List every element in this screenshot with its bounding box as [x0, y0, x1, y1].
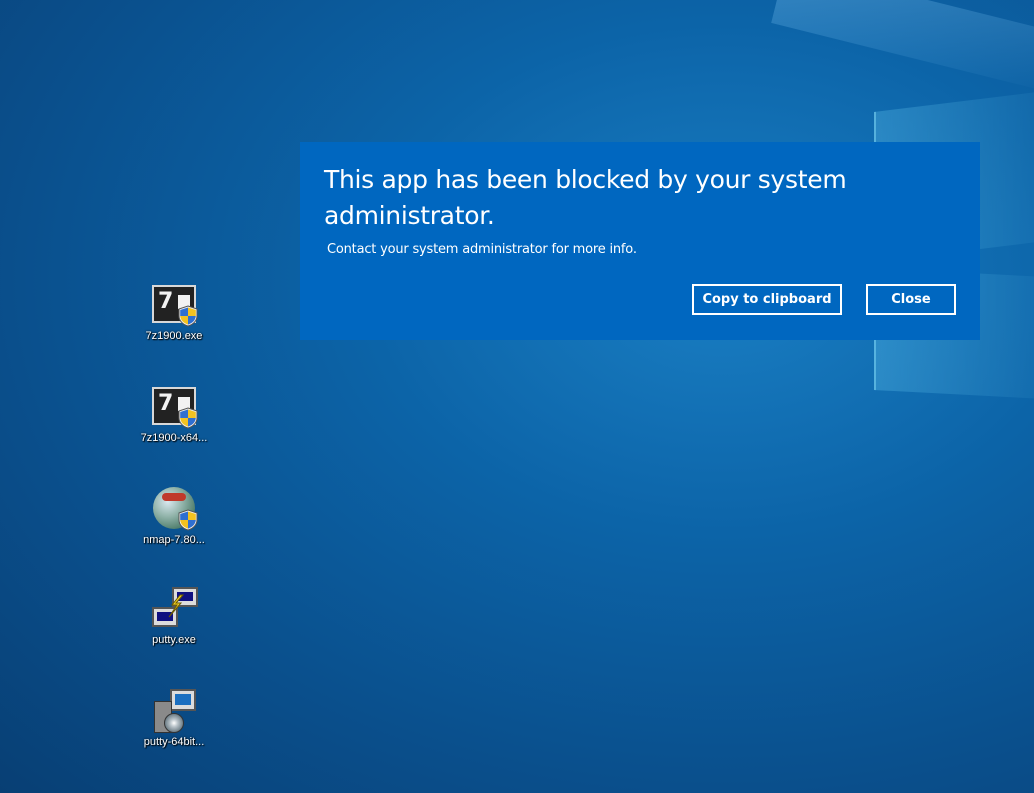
close-button[interactable]: Close [866, 284, 956, 315]
dialog-title: This app has been blocked by your system… [324, 165, 847, 230]
copy-to-clipboard-button[interactable]: Copy to clipboard [692, 284, 842, 315]
nmap-installer-icon [150, 487, 198, 531]
7zip-installer-icon: 7 [150, 283, 198, 327]
7zip-installer-icon: 7 [150, 385, 198, 429]
desktop-icon-putty-64bit[interactable]: putty-64bit... [130, 689, 218, 769]
desktop-icon-7z1900-x64[interactable]: 7 7z1900-x64... [130, 385, 218, 465]
desktop: 7 7z1900.exe 7 7z1900-x64... nmap-7.80..… [0, 0, 1034, 793]
desktop-icon-putty[interactable]: putty.exe [130, 587, 218, 667]
light-beam [771, 0, 1034, 96]
desktop-icon-label: putty-64bit... [143, 736, 205, 748]
desktop-icon-7z1900[interactable]: 7 7z1900.exe [130, 283, 218, 363]
desktop-icon-label: 7z1900-x64... [140, 432, 208, 444]
putty-icon [150, 587, 198, 631]
desktop-icon-label: 7z1900.exe [145, 330, 203, 342]
desktop-icon-label: nmap-7.80... [143, 534, 205, 546]
desktop-icon-nmap[interactable]: nmap-7.80... [130, 487, 218, 567]
putty-installer-icon [150, 689, 198, 733]
app-blocked-dialog: This app has been blocked by your system… [300, 142, 980, 340]
dialog-message: Contact your system administrator for mo… [327, 242, 637, 257]
desktop-icon-label: putty.exe [152, 634, 196, 646]
